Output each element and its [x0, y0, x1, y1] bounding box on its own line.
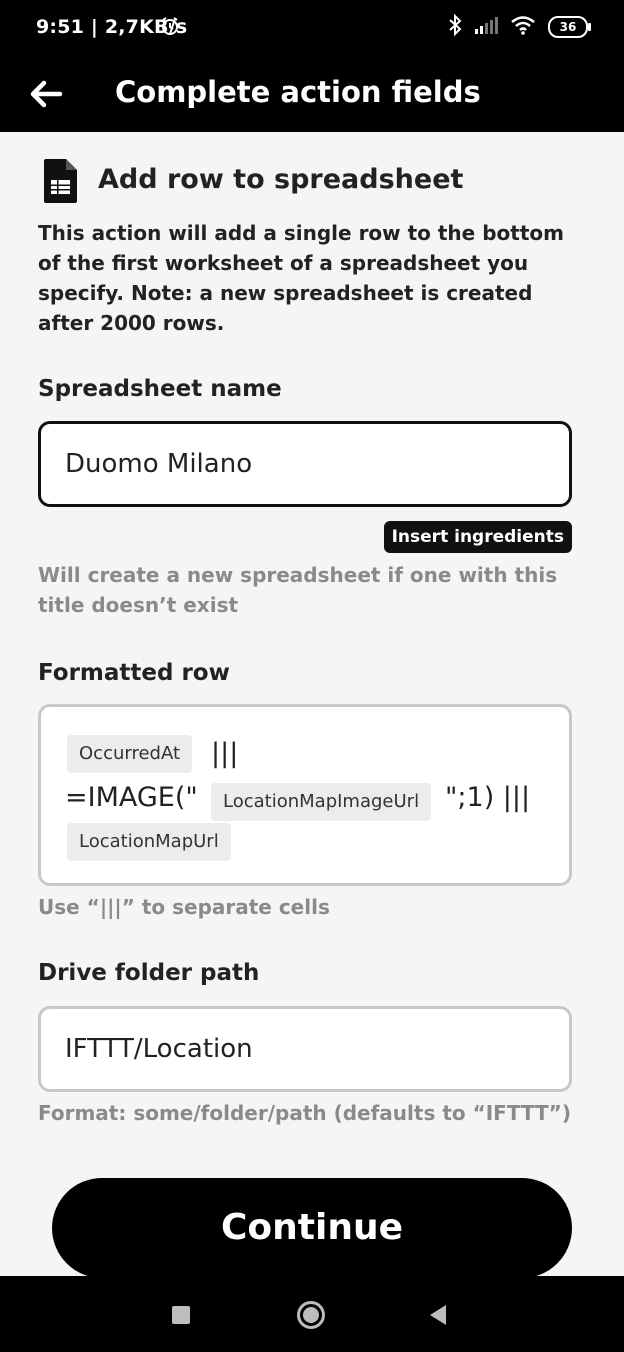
signal-icon: [474, 16, 498, 38]
alarm-icon: [160, 16, 180, 40]
formatted-row-hint: Use “|||” to separate cells: [38, 895, 330, 919]
ingredient-chip[interactable]: OccurredAt: [67, 735, 193, 773]
nav-back-icon[interactable]: [428, 1304, 448, 1330]
recents-icon[interactable]: [172, 1306, 190, 1324]
home-icon[interactable]: [297, 1301, 325, 1329]
status-bar: 9:51 | 2,7KB/s 36: [0, 0, 624, 56]
action-header: Add row to spreadsheet: [38, 156, 578, 206]
google-sheets-icon: [42, 158, 78, 208]
drive-folder-label: Drive folder path: [38, 960, 260, 986]
spreadsheet-name-value: Duomo Milano: [65, 449, 253, 479]
separator-text: |||: [211, 738, 239, 769]
page-title: Complete action fields: [115, 75, 481, 109]
bluetooth-icon: [448, 13, 462, 40]
ingredient-chip[interactable]: LocationMapUrl: [67, 823, 231, 861]
spreadsheet-name-hint: Will create a new spreadsheet if one wit…: [38, 563, 558, 617]
drive-folder-value: IFTTT/Location: [65, 1034, 253, 1064]
formatted-row-label: Formatted row: [38, 660, 230, 686]
spreadsheet-name-field[interactable]: Duomo Milano: [38, 421, 572, 507]
action-title: Add row to spreadsheet: [98, 164, 464, 195]
insert-ingredients-button[interactable]: Insert ingredients: [383, 521, 572, 553]
wifi-icon: [510, 15, 536, 39]
drive-folder-hint: Format: some/folder/path (defaults to “I…: [38, 1101, 571, 1125]
back-arrow-icon[interactable]: [26, 74, 66, 114]
ingredient-chip[interactable]: LocationMapImageUrl: [211, 783, 432, 821]
system-nav-bar: [0, 1276, 624, 1352]
spreadsheet-name-label: Spreadsheet name: [38, 376, 282, 402]
formatted-row-field[interactable]: OccurredAt ||| =IMAGE(" LocationMapImage…: [38, 704, 572, 886]
action-description: This action will add a single row to the…: [38, 221, 564, 335]
drive-folder-field[interactable]: IFTTT/Location: [38, 1006, 572, 1092]
image-formula-text: =IMAGE(": [65, 782, 198, 813]
app-bar: Complete action fields: [0, 56, 624, 132]
continue-button[interactable]: Continue: [52, 1178, 572, 1278]
battery-icon: 36: [548, 16, 591, 38]
image-formula-close-text: ";1) |||: [445, 782, 531, 813]
